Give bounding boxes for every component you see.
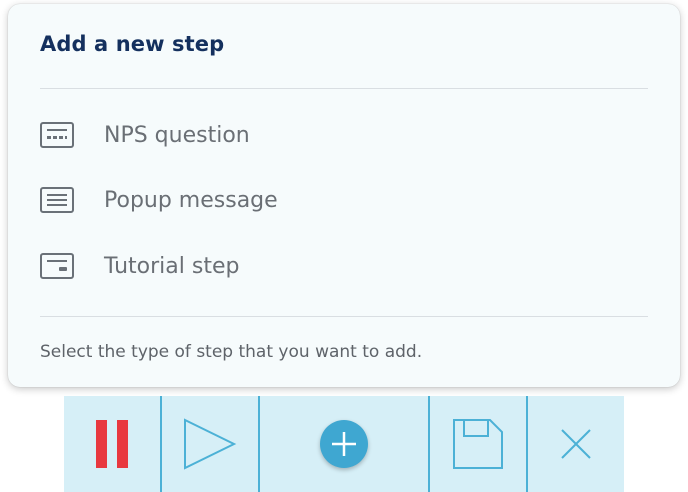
option-popup-message[interactable]: Popup message [36, 176, 436, 224]
option-label: Tutorial step [104, 253, 240, 279]
close-button[interactable] [526, 396, 624, 492]
plus-icon [320, 420, 368, 468]
close-icon [561, 429, 591, 459]
save-button[interactable] [428, 396, 526, 492]
title-divider [40, 88, 648, 89]
save-icon [453, 419, 503, 469]
pause-button[interactable] [64, 396, 160, 492]
tutorial-step-icon [40, 253, 74, 279]
add-step-button[interactable] [258, 396, 428, 492]
option-label: NPS question [104, 122, 250, 148]
popup-message-icon [40, 187, 74, 213]
add-step-popup: Add a new step NPS question Popup messag… [8, 4, 680, 387]
option-nps-question[interactable]: NPS question [36, 111, 436, 159]
play-icon [184, 418, 237, 470]
popup-hint: Select the type of step that you want to… [40, 342, 423, 362]
editor-toolbar [64, 396, 624, 492]
nps-question-icon [40, 122, 74, 148]
pause-icon [91, 420, 133, 468]
option-tutorial-step[interactable]: Tutorial step [36, 242, 436, 290]
hint-divider [40, 316, 648, 317]
play-button[interactable] [160, 396, 258, 492]
option-label: Popup message [104, 187, 278, 213]
popup-title: Add a new step [40, 32, 225, 56]
